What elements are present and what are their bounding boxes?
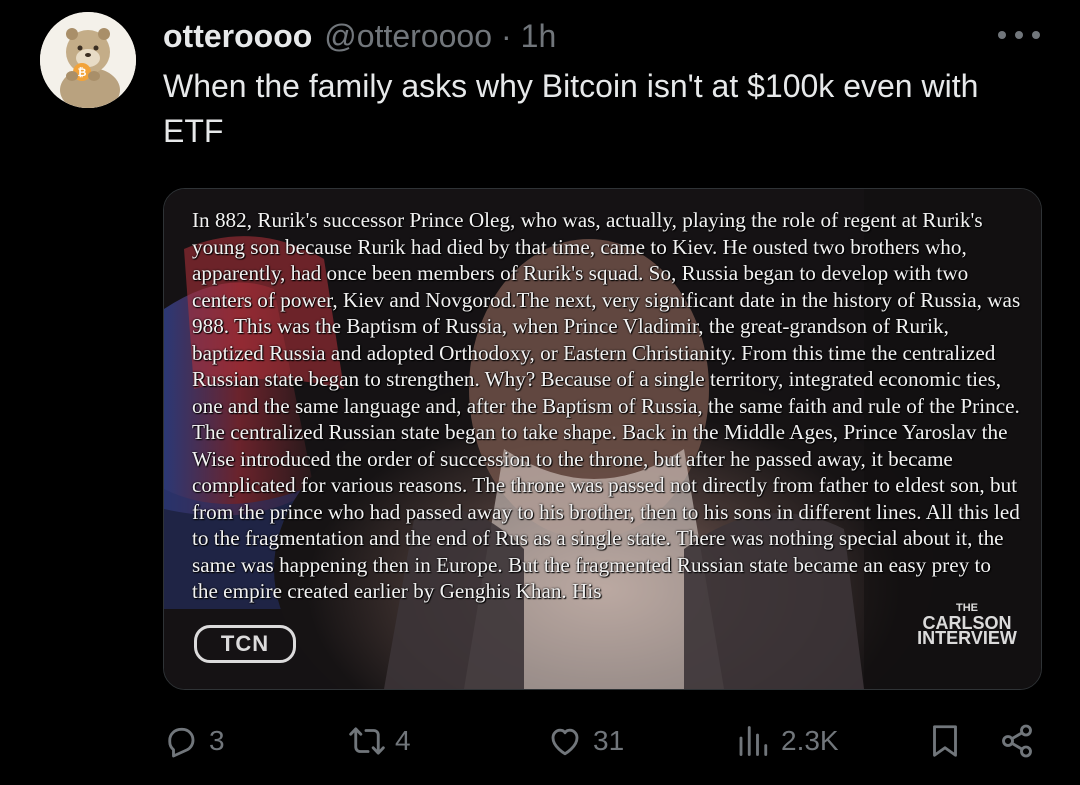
post-time[interactable]: 1h xyxy=(521,18,557,55)
display-name[interactable]: otteroooo xyxy=(163,18,312,55)
otter-avatar-icon: ₿ xyxy=(40,12,136,108)
heart-icon xyxy=(551,728,579,756)
reply-icon xyxy=(168,727,195,758)
more-options-icon[interactable] xyxy=(998,20,1040,50)
media-caption: In 882, Rurik's successor Prince Oleg, w… xyxy=(192,208,1021,603)
repost-count: 4 xyxy=(395,725,411,756)
repost-button[interactable]: 4 xyxy=(349,718,411,764)
repost-icon xyxy=(349,727,385,755)
avatar[interactable]: ₿ xyxy=(40,12,136,108)
like-count: 31 xyxy=(593,725,625,756)
share-button[interactable] xyxy=(999,718,1035,764)
post-header: otteroooo @otteroooo · 1h xyxy=(163,14,556,58)
more-dot xyxy=(1015,31,1023,39)
views-button[interactable]: 2.3K xyxy=(735,718,839,764)
share-icon xyxy=(1002,724,1032,758)
like-button[interactable]: 31 xyxy=(547,718,624,764)
reply-button[interactable]: 3 xyxy=(163,718,225,764)
reply-count: 3 xyxy=(209,725,225,756)
svg-text:₿: ₿ xyxy=(78,66,87,79)
more-dot xyxy=(998,31,1006,39)
tcn-logo: TCN xyxy=(194,625,296,663)
more-dot xyxy=(1032,31,1040,39)
views-icon xyxy=(739,726,768,756)
view-count: 2.3K xyxy=(781,725,839,756)
post-media[interactable]: In 882, Rurik's successor Prince Oleg, w… xyxy=(163,188,1042,690)
carlson-interview-logo: THE CARLSON INTERVIEW xyxy=(912,601,1022,648)
user-handle[interactable]: @otteroooo xyxy=(324,18,492,55)
separator-dot: · xyxy=(501,17,512,54)
logo-interview: INTERVIEW xyxy=(917,628,1017,648)
bookmark-button[interactable] xyxy=(927,718,963,764)
post-text: When the family asks why Bitcoin isn't a… xyxy=(163,68,979,149)
action-bar: 3 4 31 2.3K xyxy=(163,718,1043,764)
bookmark-icon xyxy=(933,725,957,757)
